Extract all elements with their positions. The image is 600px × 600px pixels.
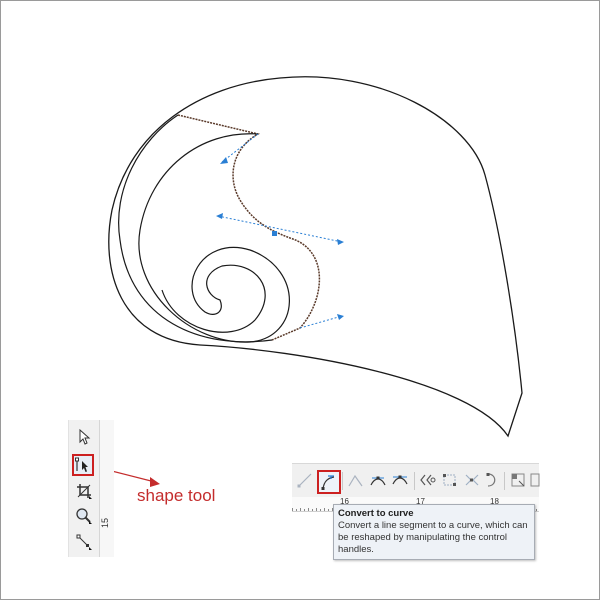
ruler-tick	[316, 508, 317, 511]
close-curve-button[interactable]	[482, 470, 502, 490]
ruler-tick	[296, 509, 297, 511]
zoom-tool[interactable]	[73, 505, 95, 527]
pick-arrow-icon	[79, 428, 91, 445]
tooltip-line: handles.	[338, 544, 374, 555]
ruler-tick	[328, 509, 329, 511]
tooltip-line: be reshaped by manipulating the control	[338, 532, 508, 543]
vertical-ruler: 15	[99, 420, 114, 557]
node-handle[interactable]	[272, 231, 277, 236]
ruler-label: 15	[100, 517, 110, 528]
smooth-node-icon	[370, 476, 386, 486]
shape-tool[interactable]	[72, 454, 94, 476]
tooltip: Convert to curve Convert a line segment …	[333, 504, 535, 560]
ruler-tick	[300, 508, 301, 511]
reverse-direction-icon	[420, 474, 436, 486]
freehand-tool-icon	[76, 534, 92, 550]
reverse-direction-button[interactable]	[418, 470, 438, 490]
freehand-tool[interactable]	[73, 530, 95, 552]
cusp-node-icon	[348, 474, 363, 487]
ruler-tick	[308, 508, 309, 511]
extract-subpath-button[interactable]	[462, 470, 482, 490]
shape-tool-icon	[75, 457, 88, 472]
cusp-node-button[interactable]	[346, 470, 366, 490]
symmetrical-node-button[interactable]	[390, 470, 410, 490]
ruler-tick	[320, 509, 321, 511]
ruler-tick	[536, 509, 537, 511]
ruler-tick	[304, 509, 305, 511]
convert-to-curve-icon	[321, 475, 335, 490]
toolbox: 15	[68, 420, 114, 557]
tooltip-line: Convert a line segment to a curve, which…	[338, 520, 528, 531]
extend-curve-icon	[443, 474, 456, 486]
separator	[414, 472, 415, 490]
separator	[342, 472, 343, 490]
convert-to-curve-button[interactable]	[317, 470, 341, 494]
property-bar	[292, 463, 540, 498]
ruler-tick	[292, 508, 293, 511]
stretch-nodes-icon	[511, 473, 525, 487]
zoom-tool-icon	[76, 508, 92, 524]
inner-scroll-contour[interactable]	[118, 114, 273, 343]
convert-to-line-icon	[297, 473, 312, 488]
extend-curve-button[interactable]	[440, 470, 460, 490]
tooltip-title: Convert to curve	[338, 508, 414, 519]
callout-label: shape tool	[137, 486, 216, 505]
convert-to-line-button[interactable]	[295, 470, 315, 490]
crop-tool-icon	[77, 484, 92, 499]
stretch-nodes-button[interactable]	[508, 470, 528, 490]
separator	[504, 472, 505, 490]
outer-scroll-shape[interactable]	[108, 76, 523, 438]
extract-subpath-icon	[465, 474, 479, 486]
control-handles[interactable]	[217, 133, 343, 329]
pick-tool[interactable]	[73, 426, 95, 448]
ruler-tick	[312, 509, 313, 511]
rotate-nodes-icon	[530, 473, 540, 487]
ruler-tick	[324, 508, 325, 511]
symmetrical-node-icon	[392, 475, 408, 485]
crop-tool[interactable]	[73, 480, 95, 502]
rotate-nodes-button[interactable]	[528, 470, 548, 490]
close-curve-icon	[486, 473, 496, 487]
inner-spiral[interactable]	[138, 133, 290, 343]
smooth-node-button[interactable]	[368, 470, 388, 490]
